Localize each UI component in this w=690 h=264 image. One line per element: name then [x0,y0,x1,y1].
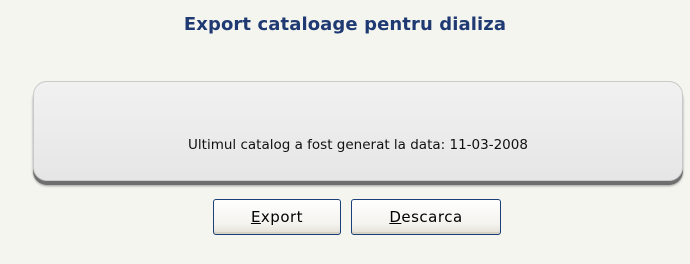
export-button-label-rest: xport [260,207,304,226]
last-generated-message: Ultimul catalog a fost generat la data: … [188,137,528,153]
descarca-button[interactable]: Descarca [351,199,501,235]
info-panel: Ultimul catalog a fost generat la data: … [33,81,683,181]
export-button[interactable]: Export [213,199,341,235]
page: Export cataloage pentru dializa Ultimul … [0,0,690,264]
export-button-accelerator: E [250,207,261,226]
descarca-button-label-rest: escarca [401,207,463,226]
descarca-button-accelerator: D [389,207,402,226]
page-title: Export cataloage pentru dializa [183,14,507,35]
